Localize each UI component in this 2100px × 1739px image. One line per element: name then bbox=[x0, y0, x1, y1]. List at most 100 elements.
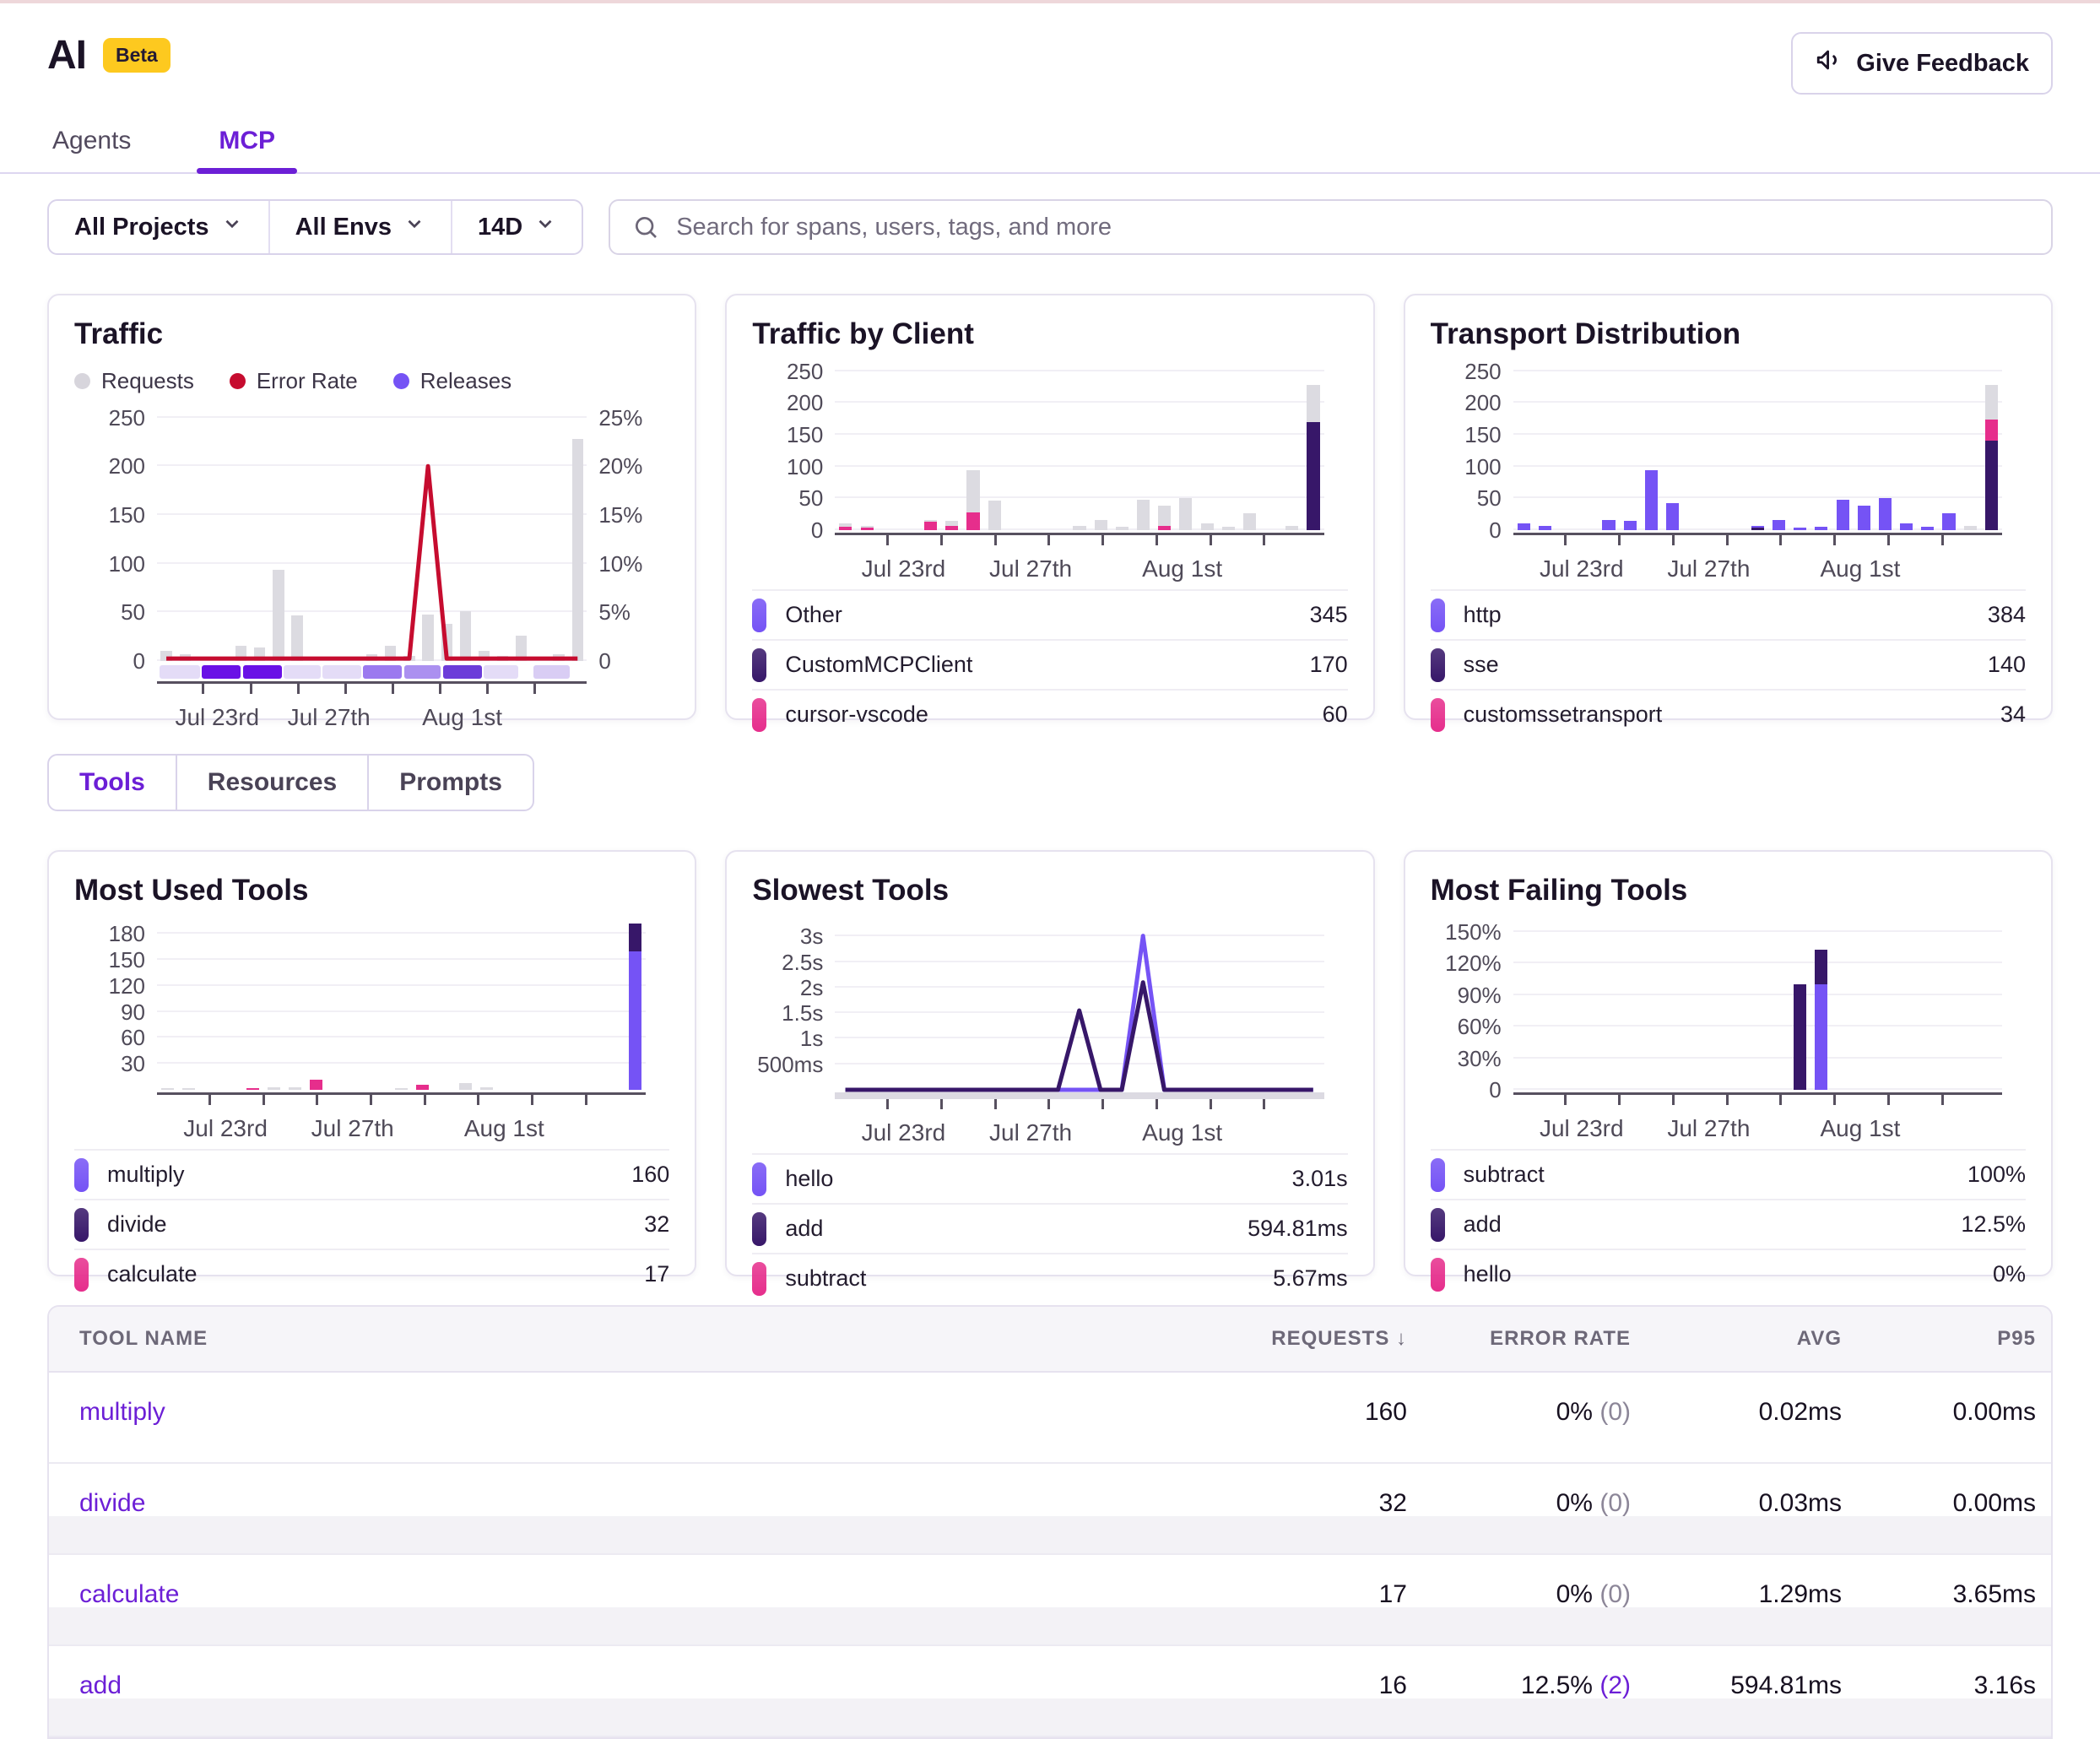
transport-distribution-chart[interactable]: 050100150200250Jul 23rdJul 27thAug 1st bbox=[1431, 365, 2026, 589]
slowest-tools-chart[interactable]: 500ms1s1.5s2s2.5s3sJul 23rdJul 27thAug 1… bbox=[752, 921, 1347, 1153]
legend-row-value: 594.81ms bbox=[1248, 1216, 1348, 1242]
bar-segment bbox=[1815, 527, 1827, 530]
legend-row[interactable]: cursor-vscode60 bbox=[752, 689, 1347, 739]
filter-group: All Projects All Envs 14D bbox=[47, 199, 583, 255]
x-axis-label: Jul 23rd bbox=[862, 555, 946, 582]
x-axis-label: Aug 1st bbox=[1820, 555, 1900, 582]
bar-segment bbox=[395, 1088, 408, 1090]
release-segment bbox=[533, 665, 570, 679]
tool-link[interactable]: add bbox=[79, 1646, 1238, 1700]
x-axis-label: Jul 27th bbox=[1667, 555, 1750, 582]
legend-row[interactable]: calculate17 bbox=[74, 1249, 669, 1298]
bar-segment bbox=[1137, 500, 1150, 530]
tool-link[interactable]: calculate bbox=[79, 1555, 1238, 1609]
bar-segment bbox=[1518, 523, 1530, 530]
table-header: TOOL NAME REQUESTS ↓ ERROR RATE AVG P95 bbox=[49, 1307, 2051, 1373]
requests-cell: 32 bbox=[1238, 1464, 1407, 1518]
column-p95[interactable]: P95 bbox=[1842, 1327, 2036, 1351]
search-input[interactable] bbox=[609, 199, 2053, 255]
bar-segment bbox=[1900, 523, 1913, 530]
y-axis-label-right: 25% bbox=[598, 407, 669, 429]
legend-row[interactable]: multiply160 bbox=[74, 1149, 669, 1199]
bar-segment bbox=[1222, 527, 1235, 530]
envs-filter[interactable]: All Envs bbox=[268, 201, 451, 253]
legend-row-label: CustomMCPClient bbox=[785, 652, 972, 678]
bar-segment bbox=[1624, 521, 1637, 530]
legend-row[interactable]: customssetransport34 bbox=[1431, 689, 2026, 739]
legend-row[interactable]: hello0% bbox=[1431, 1249, 2026, 1298]
y-axis-label: 2.5s bbox=[752, 951, 823, 973]
tool-type-tabs: Tools Resources Prompts bbox=[47, 754, 534, 811]
column-requests[interactable]: REQUESTS ↓ bbox=[1238, 1327, 1407, 1351]
column-error-rate[interactable]: ERROR RATE bbox=[1407, 1327, 1631, 1351]
bar-segment bbox=[1285, 526, 1298, 530]
date-range-filter[interactable]: 14D bbox=[451, 201, 582, 253]
legend-label: Requests bbox=[101, 368, 194, 394]
release-track[interactable] bbox=[157, 665, 587, 679]
error-rate-cell: 0% (0) bbox=[1407, 1555, 1631, 1609]
traffic-chart[interactable]: 00505%10010%15015%20020%25025%Jul 23rdJu… bbox=[74, 408, 669, 738]
y-axis-label: 250 bbox=[74, 407, 145, 429]
legend-item[interactable]: Requests bbox=[74, 368, 194, 394]
legend-row[interactable]: subtract5.67ms bbox=[752, 1253, 1347, 1303]
legend-row-value: 100% bbox=[1967, 1162, 2026, 1188]
legend-row[interactable]: add12.5% bbox=[1431, 1199, 2026, 1249]
legend-row[interactable]: sse140 bbox=[1431, 639, 2026, 689]
bar-segment bbox=[1751, 528, 1764, 530]
bar-segment bbox=[1073, 526, 1085, 530]
legend-row[interactable]: divide32 bbox=[74, 1199, 669, 1249]
x-axis-label: Jul 27th bbox=[989, 1119, 1072, 1146]
tab-tools[interactable]: Tools bbox=[49, 756, 176, 810]
legend-item[interactable]: Error Rate bbox=[230, 368, 358, 394]
most-used-tools-chart[interactable]: 306090120150180Jul 23rdJul 27thAug 1st bbox=[74, 921, 669, 1149]
legend-row[interactable]: Other345 bbox=[752, 589, 1347, 639]
y-axis-label: 60% bbox=[1431, 1016, 1502, 1037]
legend-row[interactable]: CustomMCPClient170 bbox=[752, 639, 1347, 689]
tab-agents[interactable]: Agents bbox=[30, 115, 153, 172]
legend-row[interactable]: subtract100% bbox=[1431, 1149, 2026, 1199]
most-failing-tools-chart[interactable]: 030%60%90%120%150%Jul 23rdJul 27thAug 1s… bbox=[1431, 921, 2026, 1149]
bar-segment bbox=[1837, 500, 1849, 530]
give-feedback-button[interactable]: Give Feedback bbox=[1791, 32, 2053, 95]
legend-item[interactable]: Releases bbox=[393, 368, 511, 394]
tab-mcp[interactable]: MCP bbox=[197, 115, 297, 172]
release-segment bbox=[484, 665, 518, 679]
column-tool-name[interactable]: TOOL NAME bbox=[79, 1327, 1238, 1351]
bar-segment bbox=[1985, 420, 1998, 442]
tab-prompts[interactable]: Prompts bbox=[367, 756, 533, 810]
legend-row-label: hello bbox=[1464, 1261, 1512, 1287]
legend-label: Releases bbox=[420, 368, 511, 394]
card-title: Most Used Tools bbox=[74, 874, 669, 907]
legend-row[interactable]: add 594.81ms bbox=[752, 1203, 1347, 1253]
transport-distribution-card: Transport Distribution 050100150200250Ju… bbox=[1404, 294, 2053, 720]
legend-label: Error Rate bbox=[257, 368, 358, 394]
release-segment bbox=[160, 665, 200, 679]
release-segment bbox=[243, 665, 282, 679]
requests-cell: 16 bbox=[1238, 1646, 1407, 1700]
legend-row[interactable]: http384 bbox=[1431, 589, 2026, 639]
card-title: Most Failing Tools bbox=[1431, 874, 2026, 907]
pink-swatch bbox=[74, 1258, 89, 1292]
error-count[interactable]: (2) bbox=[1599, 1671, 1631, 1699]
column-avg[interactable]: AVG bbox=[1631, 1327, 1842, 1351]
y-axis-label: 0 bbox=[1431, 519, 1502, 541]
most-used-legend-rows: multiply160divide32calculate17 bbox=[74, 1149, 669, 1298]
release-segment bbox=[322, 665, 361, 679]
sort-descending-icon: ↓ bbox=[1396, 1327, 1407, 1350]
legend-row-label: add bbox=[785, 1216, 823, 1242]
requests-cell: 160 bbox=[1238, 1373, 1407, 1427]
tab-resources[interactable]: Resources bbox=[176, 756, 367, 810]
legend-dot bbox=[393, 373, 409, 389]
tool-link[interactable]: divide bbox=[79, 1464, 1238, 1518]
bar-segment bbox=[1815, 984, 1827, 1090]
tool-link[interactable]: multiply bbox=[79, 1373, 1238, 1427]
bar-segment bbox=[1201, 523, 1214, 530]
legend-row[interactable]: hello3.01s bbox=[752, 1153, 1347, 1203]
traffic-by-client-chart[interactable]: 050100150200250Jul 23rdJul 27thAug 1st bbox=[752, 365, 1347, 589]
projects-filter[interactable]: All Projects bbox=[49, 201, 268, 253]
legend-row-label: divide bbox=[107, 1211, 167, 1238]
y-axis-label-right: 5% bbox=[598, 601, 669, 623]
table-row: calculate170% (0)1.29ms3.65ms bbox=[49, 1555, 2051, 1646]
traffic-by-client-legend-rows: Other345CustomMCPClient170cursor-vscode6… bbox=[752, 589, 1347, 739]
bar-segment bbox=[289, 1087, 301, 1090]
